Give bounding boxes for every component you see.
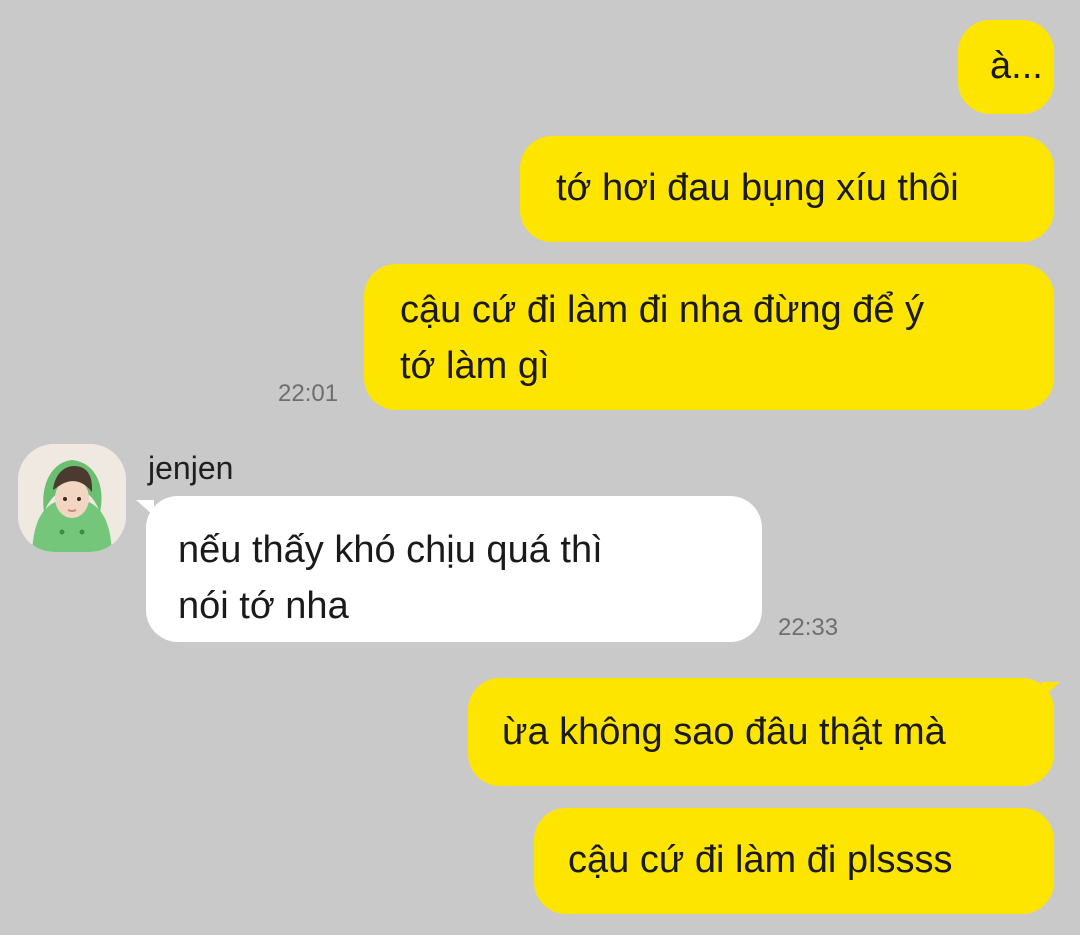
message-text: à...: [990, 45, 1043, 87]
message-text-line: nếu thấy khó chịu quá thì: [178, 529, 603, 571]
message-timestamp: 22:33: [778, 614, 839, 641]
sender-name: jenjen: [148, 450, 234, 486]
outgoing-message-bubble[interactable]: cậu cứ đi làm đi nha đừng để ý tớ làm gì: [364, 264, 1054, 410]
message-text: cậu cứ đi làm đi plssss: [568, 839, 953, 881]
message-text-line: nói tớ nha: [178, 585, 349, 627]
avatar[interactable]: [18, 444, 126, 552]
message-text-line: cậu cứ đi làm đi nha đừng để ý: [400, 289, 925, 331]
message-timestamp: 22:01: [278, 380, 339, 407]
outgoing-message-bubble[interactable]: ừa không sao đâu thật mà: [468, 678, 1054, 786]
message-text-line: tớ làm gì: [400, 345, 550, 387]
outgoing-message-bubble[interactable]: à...: [958, 20, 1054, 114]
profile-photo-icon: [18, 444, 126, 552]
incoming-message-bubble[interactable]: nếu thấy khó chịu quá thì nói tớ nha: [146, 496, 762, 642]
message-text: ừa không sao đâu thật mà: [502, 711, 946, 753]
message-text: tớ hơi đau bụng xíu thôi: [556, 167, 959, 209]
outgoing-message-bubble[interactable]: tớ hơi đau bụng xíu thôi: [520, 136, 1054, 242]
outgoing-message-bubble[interactable]: cậu cứ đi làm đi plssss: [534, 808, 1054, 914]
